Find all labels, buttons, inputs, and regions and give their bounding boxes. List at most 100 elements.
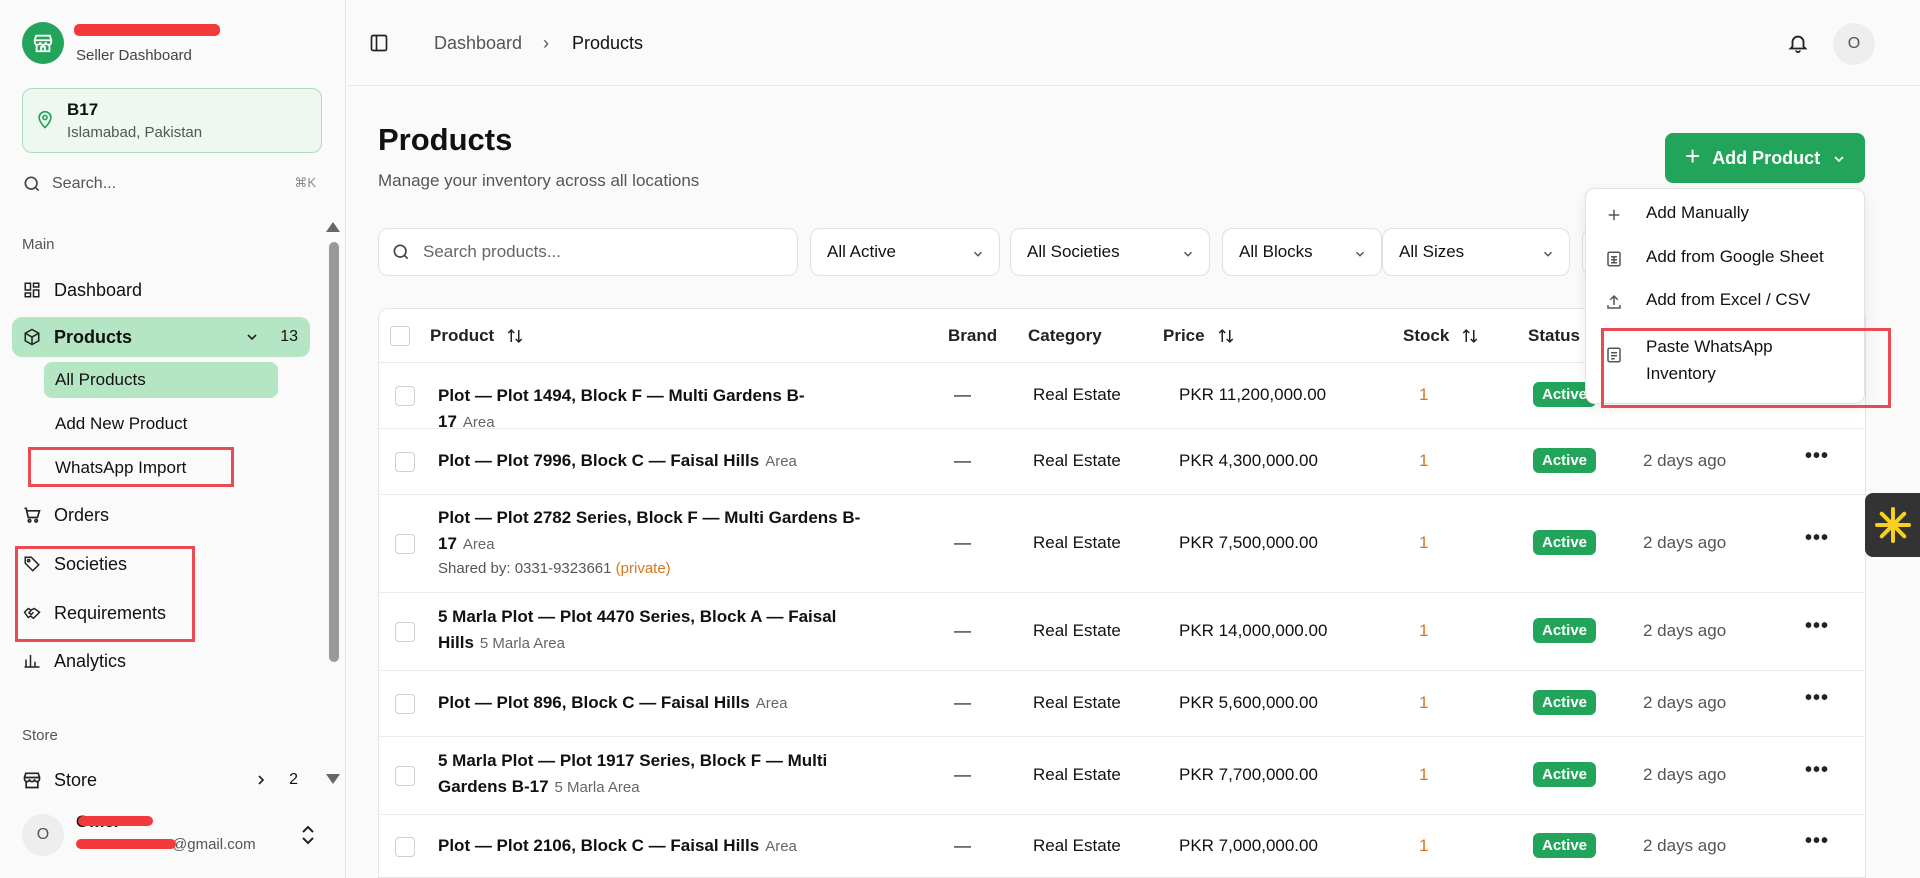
brand-cell: —	[954, 451, 971, 470]
row-checkbox[interactable]	[395, 534, 415, 554]
chevron-down-icon	[1355, 251, 1365, 257]
search-placeholder: Search products...	[423, 242, 561, 261]
column-product[interactable]: Product	[430, 326, 524, 346]
products-count: 13	[280, 328, 298, 345]
row-checkbox[interactable]	[395, 622, 415, 642]
sort-icon[interactable]	[1217, 327, 1235, 345]
chevron-down-icon	[1834, 156, 1844, 163]
sort-icon[interactable]	[1461, 327, 1479, 345]
product-area: Area	[462, 536, 495, 553]
filter-label: All Societies	[1027, 242, 1120, 261]
sidebar-search-placeholder: Search...	[52, 175, 117, 192]
spreadsheet-icon	[1602, 247, 1626, 271]
product-area: 5 Marla Area	[479, 635, 565, 652]
add-product-button[interactable]: + Add Product	[1665, 133, 1865, 183]
avatar[interactable]: O	[1833, 23, 1875, 65]
status-badge: Active	[1533, 448, 1597, 473]
user-menu[interactable]: O Omer @gmail.com	[22, 812, 332, 860]
select-all-checkbox[interactable]	[390, 326, 410, 346]
table-row[interactable]: Plot — Plot 2106, Block C — Faisal Hills…	[379, 815, 1865, 877]
sidebar-subitem-all-products[interactable]: All Products	[44, 362, 278, 398]
sidebar-subitem-add-new-product[interactable]: Add New Product	[44, 406, 187, 442]
table-row[interactable]: 5 Marla Plot — Plot 1917 Series, Block F…	[379, 737, 1865, 815]
product-title: Plot — Plot 2106, Block C — Faisal Hills	[438, 836, 760, 855]
price-cell: PKR 7,000,000.00	[1179, 836, 1318, 855]
product-search-input[interactable]: Search products...	[378, 228, 798, 276]
sidebar-item-products[interactable]: Products 13	[12, 317, 310, 357]
row-actions-icon[interactable]: •••	[1805, 445, 1829, 468]
filter-sizes[interactable]: All Sizes	[1382, 228, 1570, 276]
status-badge: Active	[1533, 762, 1597, 787]
bell-icon[interactable]	[1787, 32, 1809, 54]
table-row[interactable]: 5 Marla Plot — Plot 4470 Series, Block A…	[379, 593, 1865, 671]
breadcrumb-dashboard[interactable]: Dashboard	[434, 33, 522, 54]
sidebar-search[interactable]: Search... ⌘K	[22, 170, 322, 198]
row-checkbox[interactable]	[395, 452, 415, 472]
product-name[interactable]: 5 Marla Plot — Plot 4470 Series, Block A…	[438, 604, 858, 657]
stock-cell: 1	[1419, 693, 1429, 712]
private-flag: (private)	[615, 560, 671, 577]
column-stock[interactable]: Stock	[1403, 326, 1479, 346]
chevrons-up-down-icon	[302, 825, 314, 845]
row-actions-icon[interactable]: •••	[1805, 527, 1829, 550]
chevron-down-icon[interactable]	[244, 329, 260, 345]
location-card[interactable]: B17 Islamabad, Pakistan	[22, 88, 322, 153]
scroll-down-arrow-icon[interactable]	[326, 774, 340, 784]
filter-label: All Sizes	[1399, 242, 1465, 261]
updated-cell: 2 days ago	[1643, 693, 1727, 712]
floating-assistant-button[interactable]	[1865, 493, 1920, 557]
section-label-main: Main	[22, 236, 55, 253]
store-count: 2	[289, 771, 298, 788]
updated-cell: 2 days ago	[1643, 451, 1727, 470]
sidebar-item-dashboard[interactable]: Dashboard	[12, 270, 310, 310]
product-name[interactable]: 5 Marla Plot — Plot 1917 Series, Block F…	[438, 748, 858, 801]
filter-societies[interactable]: All Societies	[1010, 228, 1210, 276]
chevron-right-icon[interactable]	[253, 772, 269, 788]
table-row[interactable]: Plot — Plot 896, Block C — Faisal Hills A…	[379, 671, 1865, 737]
status-badge: Active	[1533, 833, 1597, 858]
stock-cell: 1	[1419, 836, 1429, 855]
menu-item-google-sheet[interactable]: Add from Google Sheet	[1586, 247, 1864, 271]
row-actions-icon[interactable]: •••	[1805, 759, 1829, 782]
row-checkbox[interactable]	[395, 837, 415, 857]
column-label: Stock	[1403, 326, 1450, 345]
brand-cell: —	[954, 533, 971, 552]
column-price[interactable]: Price	[1163, 326, 1235, 346]
filter-blocks[interactable]: All Blocks	[1222, 228, 1382, 276]
map-pin-icon	[38, 110, 52, 129]
row-checkbox[interactable]	[395, 694, 415, 714]
filter-label: All Blocks	[1239, 242, 1313, 261]
product-name[interactable]: Plot — Plot 896, Block C — Faisal Hills A…	[438, 690, 858, 717]
row-actions-icon[interactable]: •••	[1805, 830, 1829, 853]
sidebar-toggle-icon[interactable]	[369, 33, 389, 53]
row-checkbox[interactable]	[395, 766, 415, 786]
sidebar-item-orders[interactable]: Orders	[12, 495, 310, 535]
filter-status[interactable]: All Active	[810, 228, 1000, 276]
product-name[interactable]: Plot — Plot 2782 Series, Block F — Multi…	[438, 505, 868, 577]
sidebar-item-analytics[interactable]: Analytics	[12, 641, 310, 681]
product-area: Area	[755, 695, 788, 712]
sort-icon[interactable]	[506, 327, 524, 345]
scroll-up-arrow-icon[interactable]	[326, 222, 340, 232]
location-title: B17	[67, 100, 99, 119]
scrollbar-thumb[interactable]	[329, 242, 339, 662]
menu-item-add-manually[interactable]: Add Manually	[1586, 203, 1864, 227]
stock-cell: 1	[1419, 621, 1429, 640]
brand-cell: —	[954, 621, 971, 640]
product-name[interactable]: Plot — Plot 7996, Block C — Faisal Hills…	[438, 448, 858, 475]
sidebar-scrollbar[interactable]	[326, 222, 340, 784]
sidebar-item-store[interactable]: Store 2	[12, 760, 310, 800]
table-row[interactable]: Plot — Plot 7996, Block C — Faisal Hills…	[379, 429, 1865, 495]
redaction-mark	[78, 816, 153, 826]
chevron-down-icon	[1543, 251, 1553, 257]
row-actions-icon[interactable]: •••	[1805, 687, 1829, 710]
row-checkbox[interactable]	[395, 386, 415, 406]
product-title: Plot — Plot 2782 Series, Block F — Multi…	[438, 508, 861, 553]
stock-cell: 1	[1419, 533, 1429, 552]
row-actions-icon[interactable]: •••	[1805, 615, 1829, 638]
menu-item-excel-csv[interactable]: Add from Excel / CSV	[1586, 290, 1864, 314]
brand-cell: —	[954, 693, 971, 712]
highlight-box	[28, 447, 234, 487]
table-row[interactable]: Plot — Plot 2782 Series, Block F — Multi…	[379, 495, 1865, 593]
product-name[interactable]: Plot — Plot 2106, Block C — Faisal Hills…	[438, 833, 858, 860]
